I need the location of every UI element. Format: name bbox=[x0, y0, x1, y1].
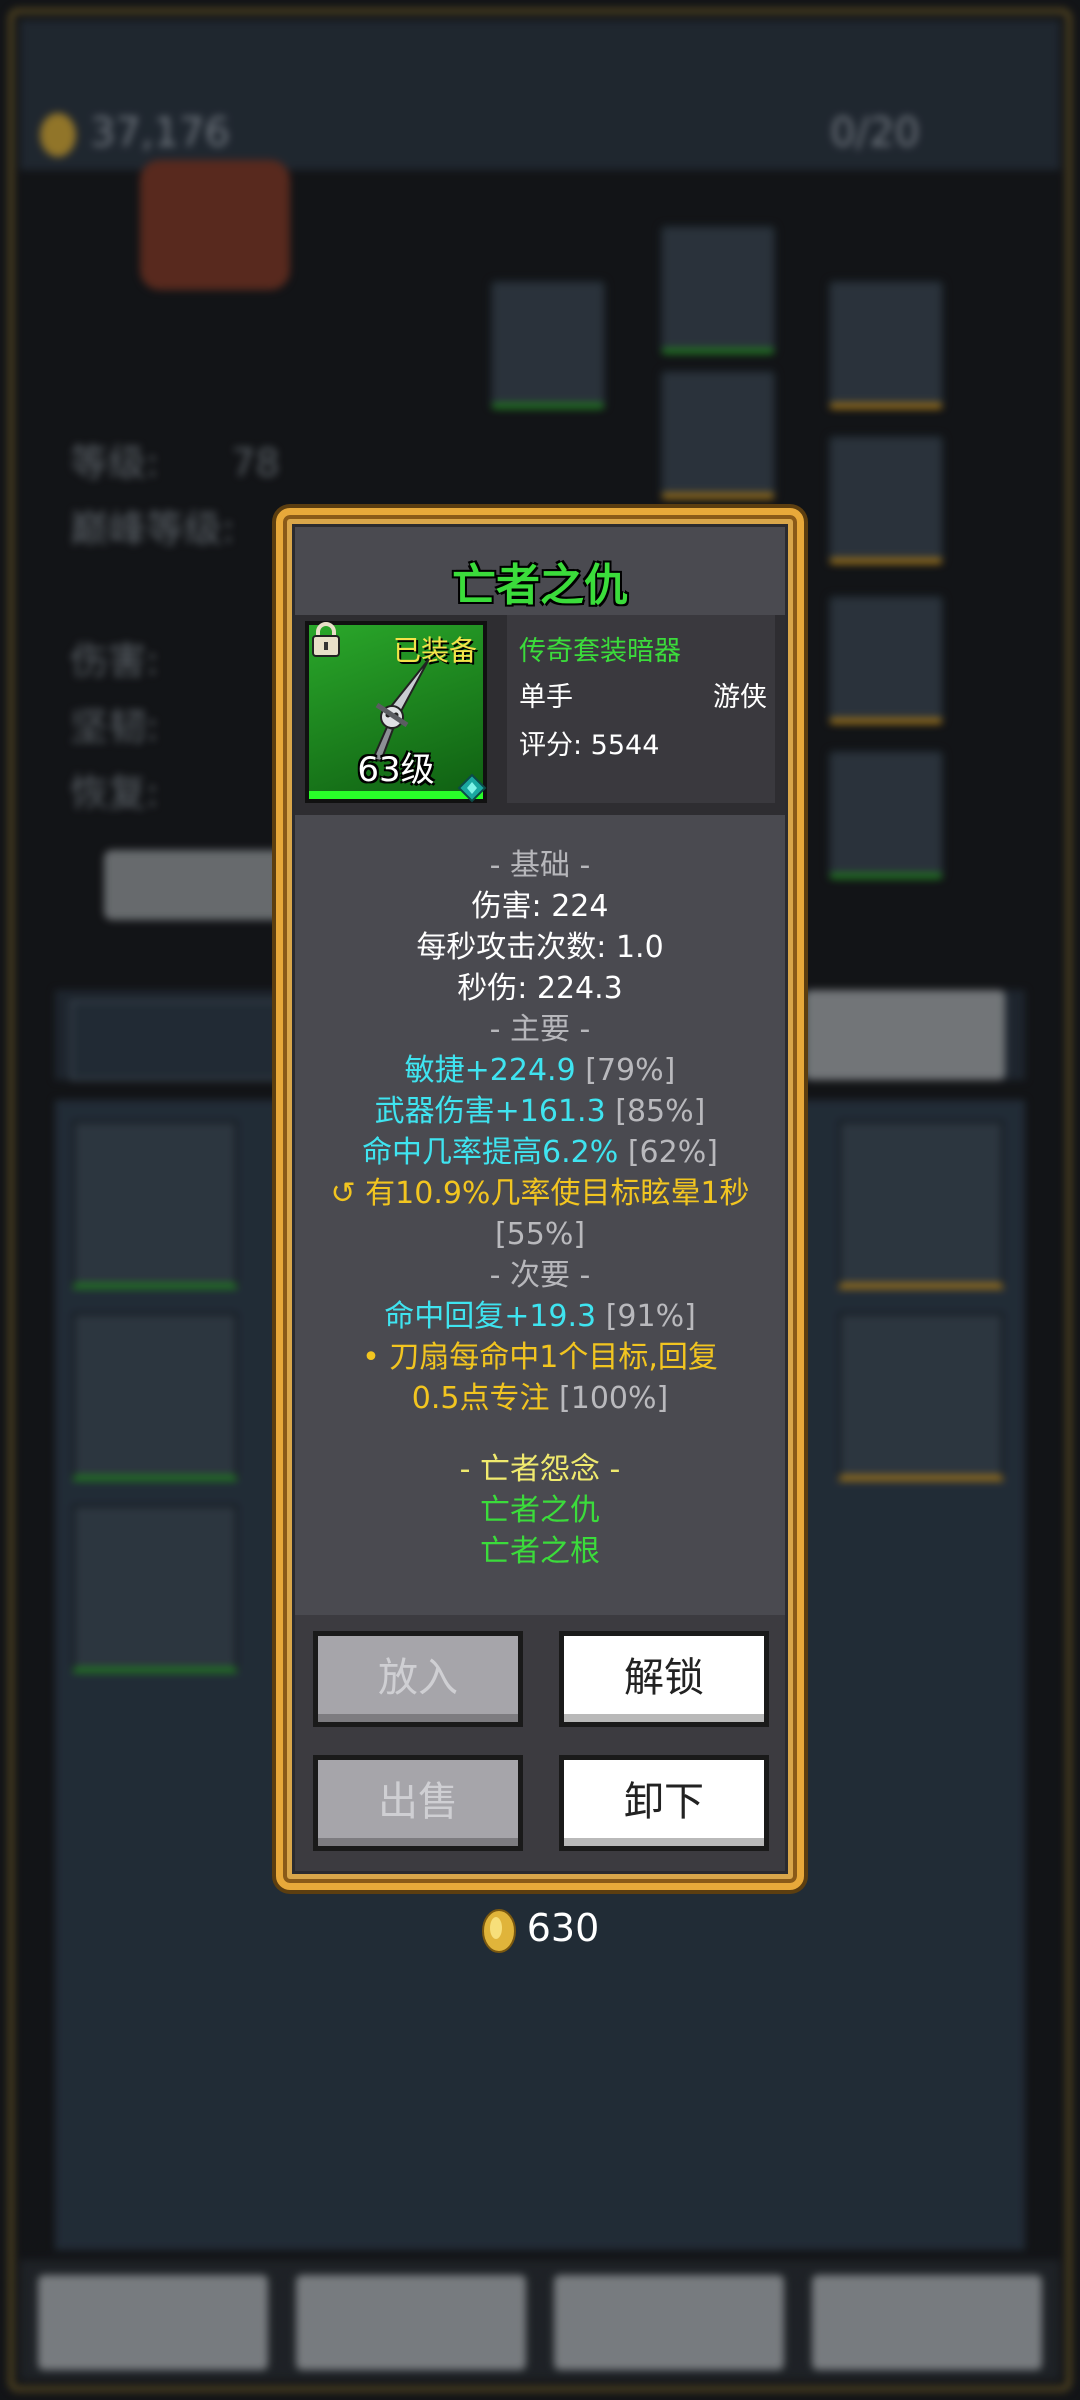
action-buttons: 放入 解锁 出售 卸下 bbox=[295, 1615, 785, 1871]
secondary-header: - 次要 - bbox=[489, 1258, 591, 1293]
put-in-button[interactable]: 放入 bbox=[313, 1631, 523, 1727]
set-item: 亡者之根 bbox=[480, 1534, 600, 1569]
unequip-button[interactable]: 卸下 bbox=[559, 1755, 769, 1851]
item-score: 评分: 5544 bbox=[519, 730, 660, 761]
sell-button[interactable]: 出售 bbox=[313, 1755, 523, 1851]
unlock-button[interactable]: 解锁 bbox=[559, 1631, 769, 1727]
attack-speed-stat: 每秒攻击次数: 1.0 bbox=[416, 930, 664, 965]
item-info-panel: 已装备 63级 传奇套装暗器 单手 游侠 评分: 5544 bbox=[295, 615, 785, 815]
item-detail-dialog: 亡者之仇 已装备 63级 传奇套装暗器 单手 游侠 评分: 5544 - 基础 … bbox=[276, 508, 804, 1890]
dps-stat: 秒伤: 224.3 bbox=[457, 971, 623, 1006]
item-set-type: 传奇套装暗器 bbox=[519, 636, 681, 667]
sell-price: 630 bbox=[0, 1906, 1080, 1954]
set-header: - 亡者怨念 - bbox=[459, 1452, 621, 1487]
primary-stat: 武器伤害+161.3 [85%] bbox=[374, 1094, 706, 1129]
primary-stat: 命中几率提高6.2% [62%] bbox=[362, 1135, 718, 1170]
item-handedness: 单手 bbox=[519, 682, 573, 713]
item-name: 亡者之仇 bbox=[452, 560, 628, 611]
lock-icon[interactable] bbox=[309, 621, 343, 659]
primary-stat: 敏捷+224.9 [79%] bbox=[404, 1053, 676, 1088]
primary-header: - 主要 - bbox=[489, 1012, 591, 1047]
item-stats: - 基础 - 伤害: 224 每秒攻击次数: 1.0 秒伤: 224.3 - 主… bbox=[295, 845, 785, 1572]
damage-stat: 伤害: 224 bbox=[471, 889, 609, 924]
basic-header: - 基础 - bbox=[489, 848, 591, 883]
reroll-icon: ↺ bbox=[330, 1176, 356, 1211]
gold-coin-icon bbox=[481, 1908, 516, 1953]
secondary-stat: 命中回复+19.3 [91%] bbox=[384, 1299, 696, 1334]
gem-socket-icon bbox=[457, 773, 487, 803]
item-class: 游侠 bbox=[713, 682, 767, 713]
set-item: 亡者之仇 bbox=[480, 1493, 600, 1528]
legendary-effect: • 刀扇每命中1个目标,回复 bbox=[362, 1340, 718, 1375]
dialog-body: 亡者之仇 已装备 63级 传奇套装暗器 单手 游侠 评分: 5544 - 基础 … bbox=[292, 524, 788, 1874]
legendary-stun-stat: ↺ 有10.9%几率使目标眩晕1秒 bbox=[330, 1176, 750, 1211]
sell-price-amount: 630 bbox=[526, 1906, 600, 1950]
legendary-effect-line2: 0.5点专注 [100%] bbox=[411, 1381, 669, 1416]
item-thumbnail[interactable]: 已装备 63级 bbox=[305, 621, 487, 803]
legendary-stun-pct: [55%] bbox=[494, 1217, 586, 1252]
item-summary: 传奇套装暗器 单手 游侠 评分: 5544 bbox=[507, 615, 775, 803]
